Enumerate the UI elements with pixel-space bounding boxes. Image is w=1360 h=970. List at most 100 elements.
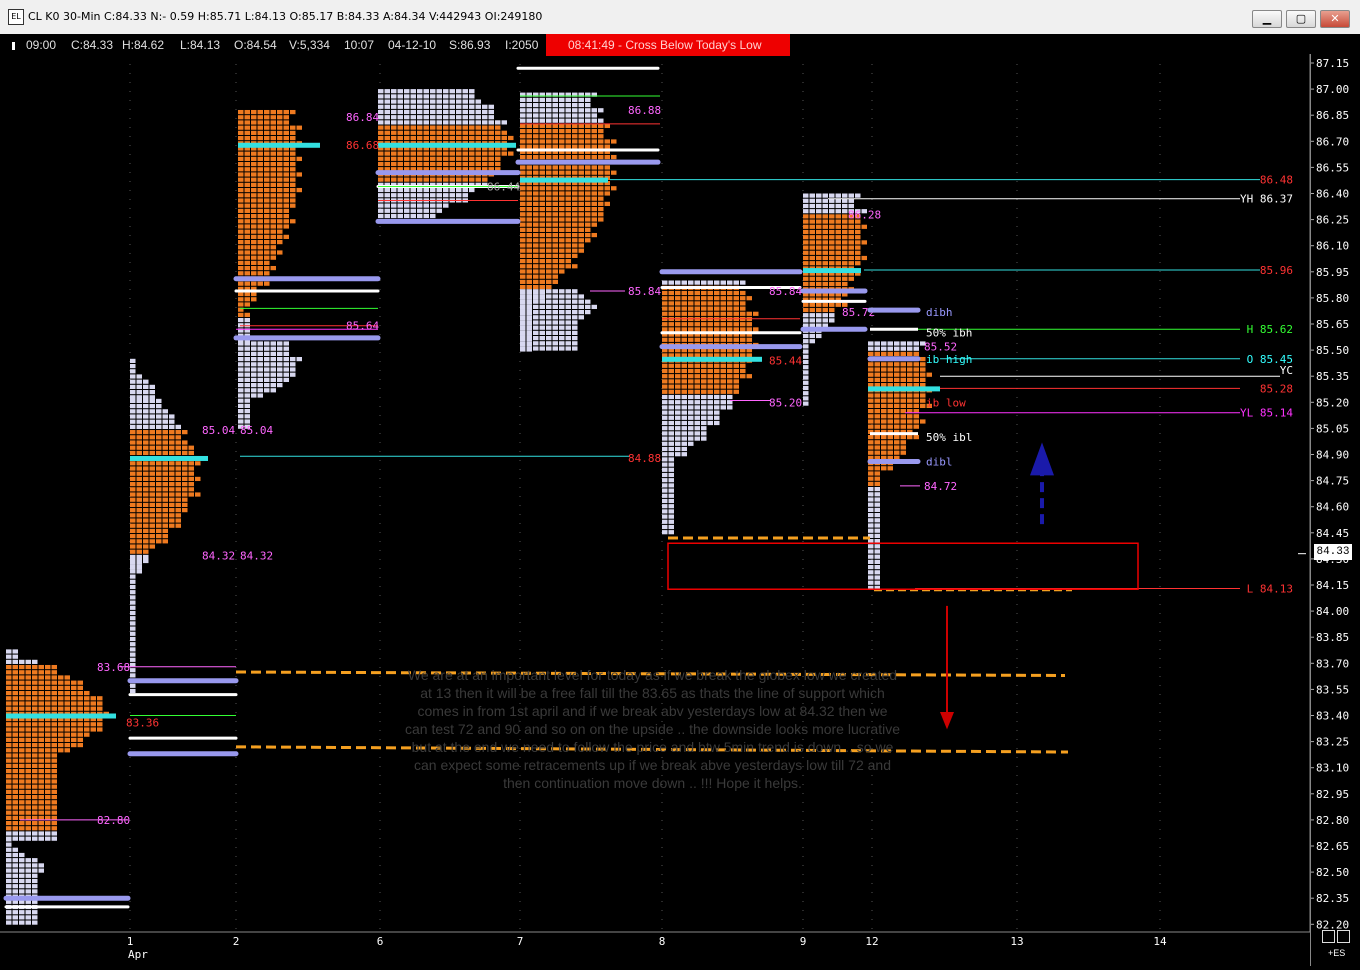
tpo-cell <box>244 388 250 393</box>
tpo-cell <box>565 238 571 243</box>
tpo-cell <box>552 144 558 149</box>
tpo-cell <box>244 260 250 265</box>
tpo-cell <box>238 219 244 224</box>
tpo-cell <box>449 94 455 99</box>
tpo-cell <box>277 219 283 224</box>
tpo-cell <box>136 549 142 554</box>
tpo-cell <box>417 187 423 193</box>
tpo-cell <box>32 675 38 680</box>
tpo-cell <box>130 466 136 471</box>
tpo-cell <box>675 311 681 316</box>
tpo-cell <box>714 420 720 426</box>
tpo-cell <box>156 398 162 404</box>
tpo-cell <box>71 727 77 732</box>
tpo-cell <box>559 264 565 269</box>
tpo-cell <box>443 125 449 130</box>
maximize-button[interactable]: ▢ <box>1286 10 1316 28</box>
tpo-cell <box>572 315 578 320</box>
tpo-cell <box>449 120 455 125</box>
tpo-cell <box>668 296 674 301</box>
tpo-cell <box>533 227 539 232</box>
tpo-cell <box>874 544 880 549</box>
tpo-cell <box>6 852 12 858</box>
tpo-cell <box>578 102 584 108</box>
panel-toggle-button[interactable] <box>1322 930 1335 943</box>
tpo-cell <box>25 810 31 815</box>
tpo-cell <box>668 524 674 530</box>
tpo-cell <box>539 336 545 341</box>
tpo-cell <box>19 727 25 732</box>
tpo-cell <box>668 410 674 415</box>
tpo-cell <box>136 482 142 487</box>
tpo-cell <box>552 118 558 123</box>
tpo-cell <box>572 118 578 123</box>
tpo-cell <box>64 696 70 701</box>
tpo-cell <box>45 701 51 706</box>
tpo-cell <box>848 240 854 245</box>
tpo-cell <box>257 372 263 377</box>
minimize-button[interactable]: ▁ <box>1252 10 1282 28</box>
tpo-cell <box>578 97 584 102</box>
panel-toggle-button[interactable] <box>1337 930 1350 943</box>
tpo-cell <box>552 274 558 279</box>
tpo-cell <box>559 299 565 304</box>
tpo-cell <box>238 120 244 125</box>
app-icon[interactable]: EL <box>8 9 24 25</box>
tpo-cell <box>533 320 539 325</box>
tpo-cell <box>753 311 759 316</box>
tpo-cell <box>662 483 668 488</box>
close-button[interactable]: ✕ <box>1320 10 1350 28</box>
tpo-cell <box>707 415 713 420</box>
tpo-cell <box>19 675 25 680</box>
tpo-cell <box>578 217 584 222</box>
tpo-cell <box>51 670 57 675</box>
tpo-cell <box>130 424 136 430</box>
tpo-cell <box>546 253 552 258</box>
tpo-cell <box>533 284 539 290</box>
tpo-cell <box>45 768 51 774</box>
tpo-cell <box>6 815 12 820</box>
tpo-cell <box>546 217 552 222</box>
tpo-cell <box>533 123 539 128</box>
tpo-cell <box>156 404 162 409</box>
tpo-cell <box>874 497 880 502</box>
price-axis[interactable] <box>1310 54 1360 966</box>
tpo-cell <box>6 920 12 925</box>
tpo-cell <box>51 742 57 748</box>
tpo-cell <box>32 831 38 836</box>
tpo-cell <box>149 518 155 523</box>
tpo-cell <box>526 144 532 149</box>
tpo-cell <box>238 403 244 408</box>
tpo-cell <box>290 182 296 187</box>
tpo-cell <box>430 125 436 130</box>
tpo-cell <box>136 497 142 502</box>
tpo-cell <box>244 419 250 424</box>
tpo-cell <box>707 410 713 415</box>
tpo-cell <box>740 374 746 379</box>
tpo-cell <box>816 281 822 287</box>
tpo-cell <box>449 115 455 120</box>
tpo-cell <box>38 753 44 758</box>
tpo-cell <box>720 280 726 285</box>
tpo-cell <box>598 108 604 113</box>
tpo-cell <box>714 280 720 285</box>
tpo-cell <box>559 320 565 325</box>
tpo-cell <box>257 177 263 182</box>
tpo-cell <box>668 327 674 332</box>
tpo-cell <box>410 109 416 115</box>
tpo-cell <box>404 151 410 156</box>
tpo-cell <box>539 191 545 196</box>
tpo-cell <box>251 182 257 187</box>
tpo-cell <box>714 394 720 400</box>
chart-area[interactable]: 09:00 C:84.33 H:84.62 L:84.13 O:84.54 V:… <box>0 34 1360 970</box>
market-profile-chart[interactable]: 87.1587.0086.8586.7086.5586.4086.2586.10… <box>0 34 1360 970</box>
tpo-cell <box>391 161 397 167</box>
tpo-cell <box>12 878 18 884</box>
tpo-cell <box>25 748 31 753</box>
tpo-cell <box>526 243 532 248</box>
tpo-cell <box>19 800 25 805</box>
tpo-cell <box>238 198 244 203</box>
current-price-marker: 84.33 <box>1314 544 1352 560</box>
tpo-cell <box>270 224 276 229</box>
tpo-cell <box>449 99 455 104</box>
